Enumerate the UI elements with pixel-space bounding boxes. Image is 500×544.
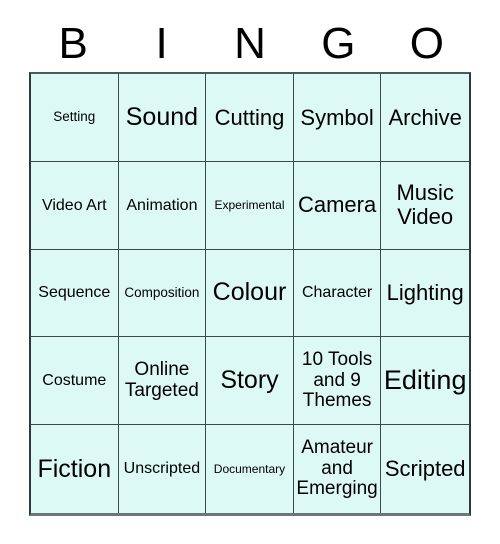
bingo-cell[interactable]: Setting — [31, 74, 119, 162]
bingo-cell-label: Music Video — [396, 180, 454, 230]
bingo-cell-label: Archive — [388, 104, 462, 130]
bingo-cell-label: Scripted — [384, 456, 466, 482]
bingo-cell[interactable]: Fiction — [31, 425, 119, 513]
bingo-cell[interactable]: Video Art — [31, 161, 119, 250]
bingo-cell-label: Setting — [53, 109, 96, 125]
bingo-cell-label: Unscripted — [123, 460, 201, 478]
bingo-cell-label: Character — [301, 284, 373, 302]
bingo-header-letter-b: B — [58, 19, 88, 68]
bingo-cell[interactable]: Online Targeted — [118, 337, 207, 426]
bingo-cell[interactable]: Music Video — [381, 161, 469, 250]
bingo-cell[interactable]: Archive — [381, 74, 469, 162]
bingo-cell-label: Editing — [383, 365, 467, 396]
bingo-cell[interactable]: Lighting — [381, 249, 469, 338]
bingo-cell[interactable]: Symbol — [293, 74, 382, 162]
bingo-cell[interactable]: Scripted — [381, 425, 469, 513]
bingo-card: B I N G O Setting Sound Cutting Symbol A… — [0, 0, 500, 544]
bingo-cell-label: Symbol — [300, 104, 374, 130]
bingo-cell[interactable]: Sequence — [31, 249, 119, 338]
bingo-cell[interactable]: Cutting — [206, 74, 294, 162]
bingo-cell[interactable]: Experimental — [206, 161, 294, 250]
bingo-grid: Setting Sound Cutting Symbol Archive Vid… — [29, 72, 471, 516]
bingo-cell-label: Fiction — [37, 454, 112, 483]
bingo-cell-label: Documentary — [213, 461, 286, 476]
bingo-header-letter-g: G — [321, 19, 356, 68]
bingo-cell-label: Amateur and Emerging — [296, 437, 378, 500]
bingo-cell-label: Camera — [297, 192, 377, 218]
bingo-cell[interactable]: Documentary — [206, 425, 294, 513]
bingo-header-letter-o: O — [409, 19, 444, 68]
bingo-cell-label: Sound — [125, 102, 199, 131]
bingo-cell[interactable]: Editing — [381, 337, 469, 426]
bingo-cell-label: Story — [220, 366, 279, 395]
bingo-cell-label: Composition — [124, 284, 200, 300]
bingo-cell-label: Video Art — [41, 196, 107, 214]
bingo-cell[interactable]: Costume — [31, 337, 119, 426]
bingo-cell[interactable]: Composition — [118, 249, 207, 338]
bingo-cell[interactable]: Animation — [118, 161, 207, 250]
bingo-cell[interactable]: 10 Tools and 9 Themes — [293, 337, 382, 426]
bingo-cell-label: 10 Tools and 9 Themes — [301, 349, 373, 412]
bingo-cell[interactable]: Colour — [206, 249, 294, 338]
bingo-cell[interactable]: Camera — [293, 161, 382, 250]
bingo-header-letter-n: N — [234, 19, 266, 68]
bingo-cell-label: Costume — [42, 372, 107, 390]
bingo-cell[interactable]: Amateur and Emerging — [293, 425, 382, 513]
bingo-cell[interactable]: Sound — [118, 74, 207, 162]
bingo-cell[interactable]: Story — [206, 337, 294, 426]
bingo-cell[interactable]: Character — [293, 249, 382, 338]
bingo-cell-label: Sequence — [38, 284, 111, 302]
bingo-header-row: B I N G O — [29, 16, 471, 72]
bingo-cell-label: Animation — [126, 196, 198, 214]
bingo-cell-label: Cutting — [214, 104, 285, 130]
bingo-cell[interactable]: Unscripted — [118, 425, 207, 513]
bingo-cell-label: Online Targeted — [124, 359, 199, 401]
bingo-cell-label: Experimental — [214, 197, 285, 212]
bingo-cell-label: Colour — [212, 278, 287, 307]
bingo-header-letter-i: I — [155, 19, 168, 68]
bingo-cell-label: Lighting — [386, 280, 464, 306]
